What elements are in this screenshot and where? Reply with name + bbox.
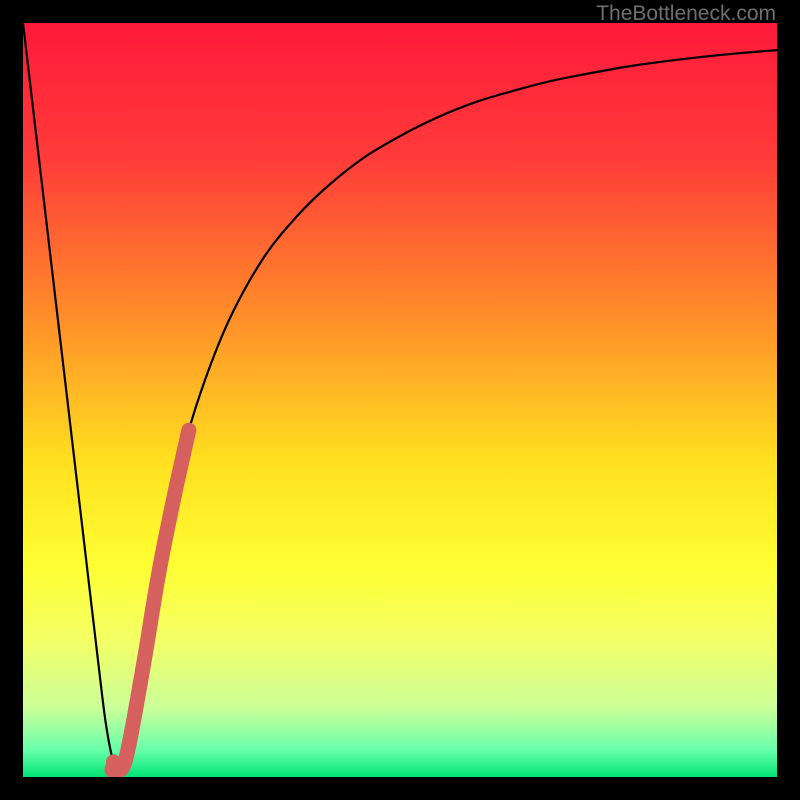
attribution-text: TheBottleneck.com bbox=[596, 2, 776, 26]
chart-svg bbox=[23, 23, 777, 777]
plot-area bbox=[23, 23, 777, 777]
chart-frame: TheBottleneck.com bbox=[0, 0, 800, 800]
